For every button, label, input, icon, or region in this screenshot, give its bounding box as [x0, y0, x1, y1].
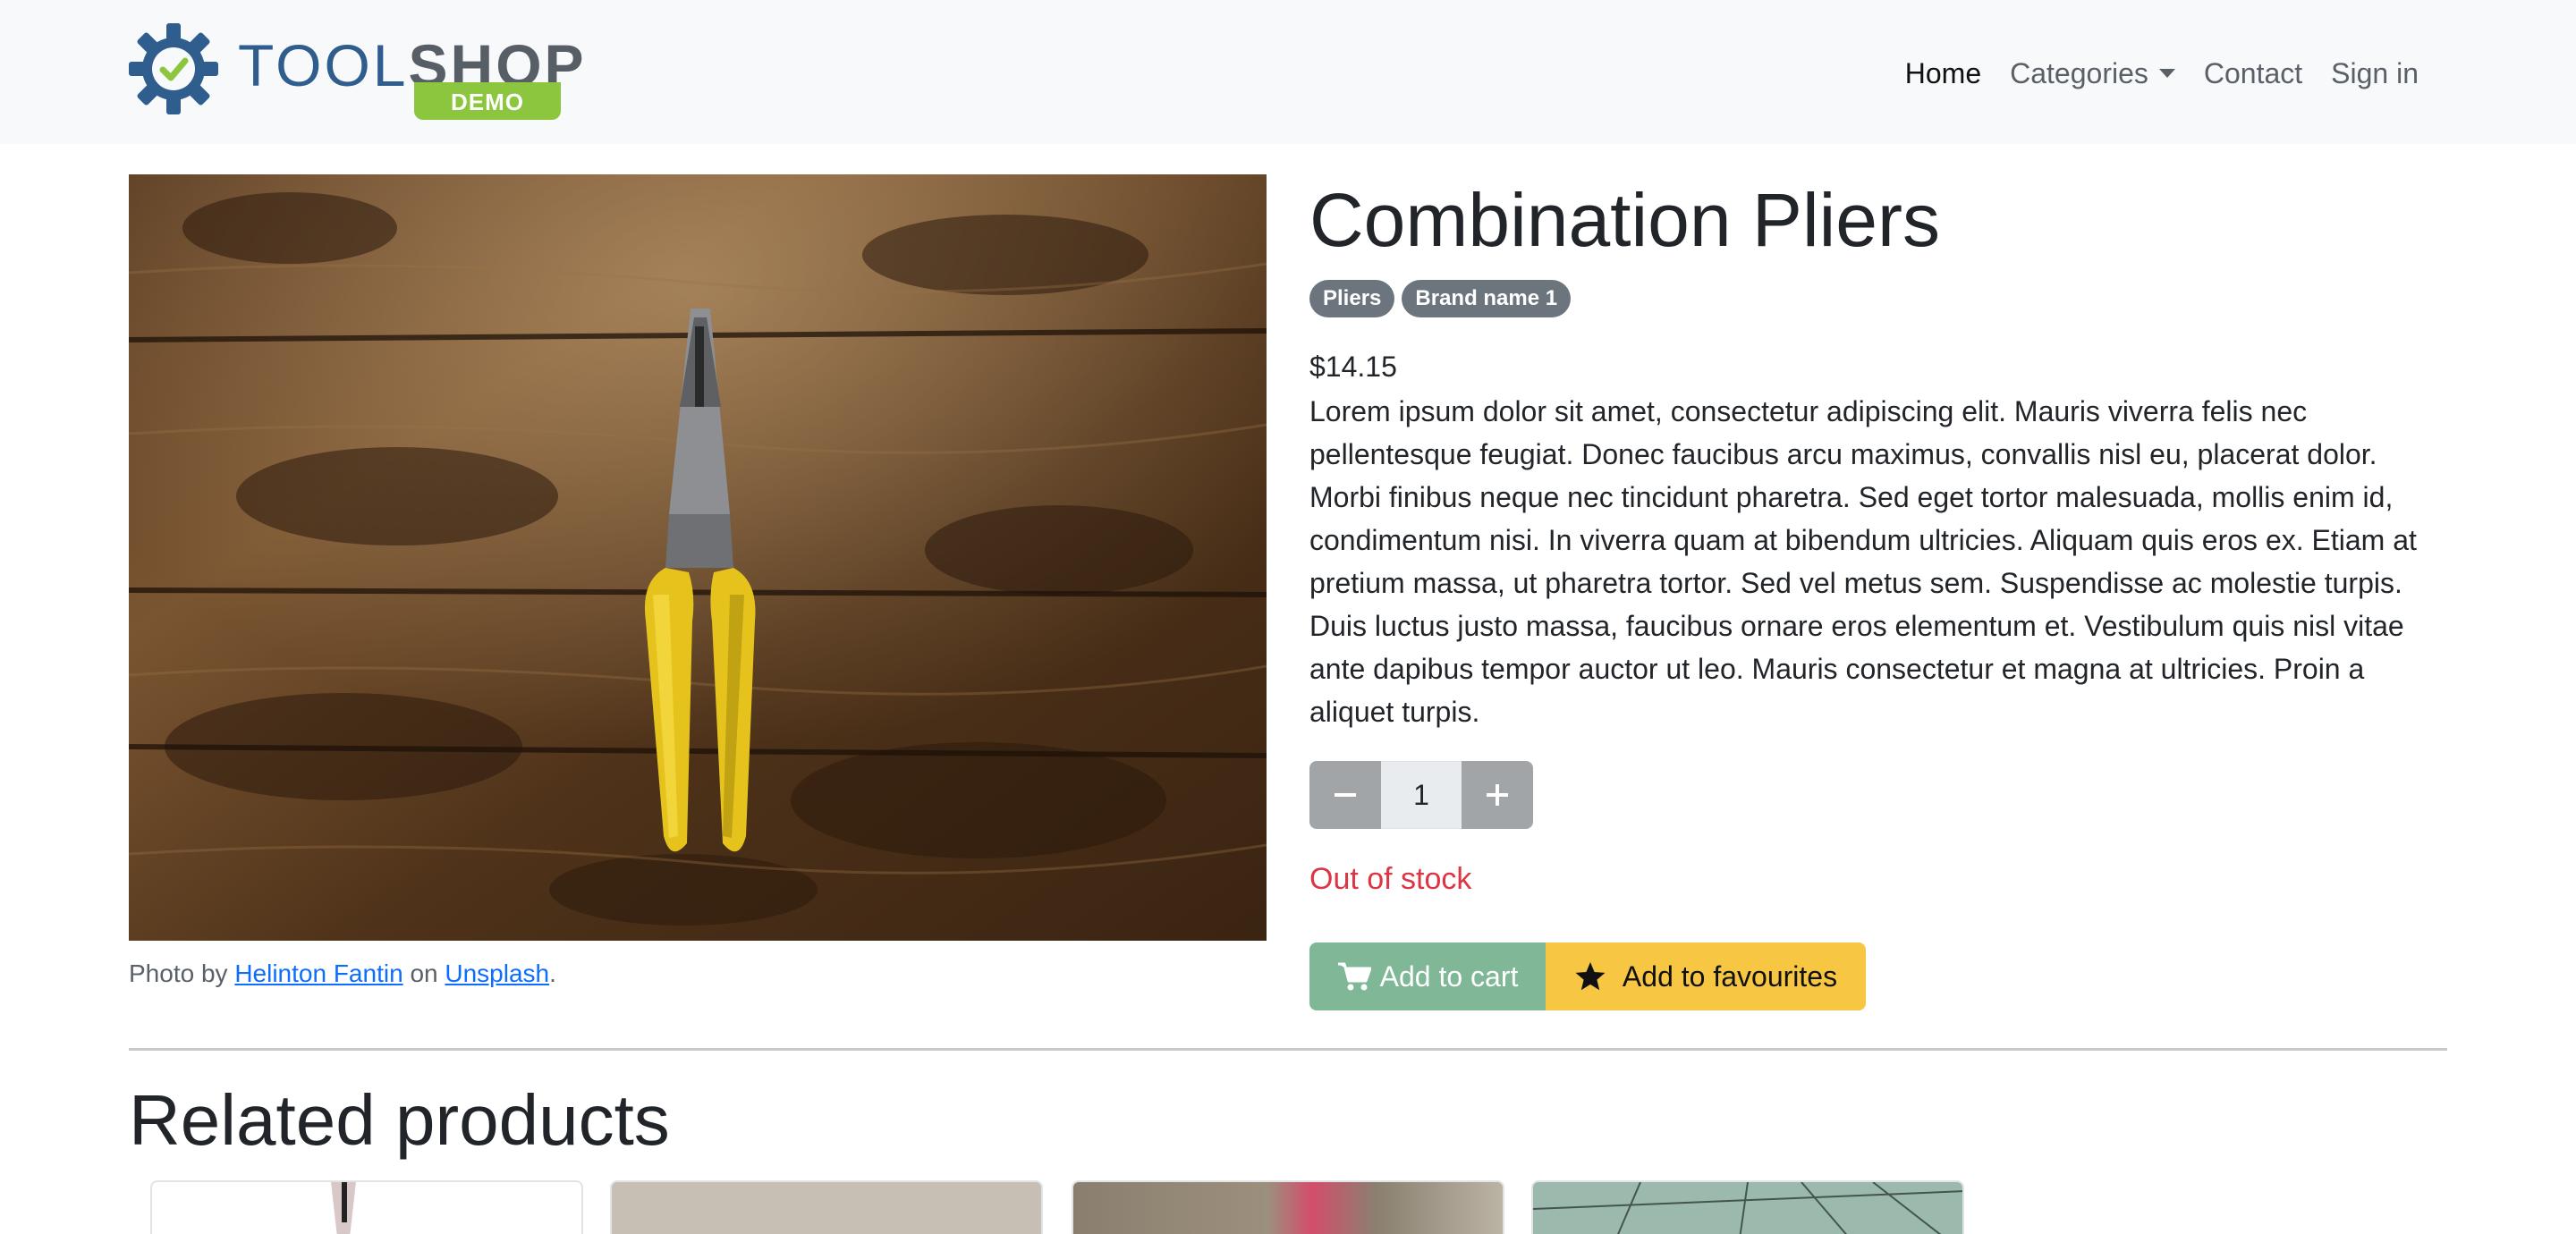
decrease-quantity-button[interactable]: [1309, 761, 1381, 829]
gear-check-icon: [129, 23, 218, 114]
add-to-favourites-label: Add to favourites: [1622, 959, 1838, 993]
section-divider: [129, 1048, 2447, 1051]
nav-categories[interactable]: Categories: [1996, 52, 2190, 95]
product-price: $14.15: [1309, 351, 1397, 383]
category-badge: Pliers: [1309, 280, 1395, 317]
plus-icon: [1487, 784, 1508, 806]
nav-sign-in[interactable]: Sign in: [2317, 52, 2433, 95]
product-title: Combination Pliers: [1309, 178, 1940, 262]
pliers-photo: [129, 174, 1267, 941]
add-to-favourites-button[interactable]: Add to favourites: [1546, 942, 1866, 1010]
photo-credit-middle: on: [410, 959, 438, 987]
related-product-card[interactable]: [1531, 1180, 1964, 1234]
related-product-image: [1073, 1182, 1503, 1234]
related-product-image: [612, 1182, 1041, 1234]
minus-icon: [1335, 793, 1356, 797]
related-product-card[interactable]: [1072, 1180, 1504, 1234]
toolshop-logo[interactable]: TOOLSHOP DEMO: [129, 23, 584, 122]
photo-credit-suffix: .: [549, 959, 556, 987]
quantity-stepper: [1309, 761, 1533, 829]
photo-credit: Photo by Helinton Fantin on Unsplash.: [129, 959, 556, 988]
product-description: Lorem ipsum dolor sit amet, consectetur …: [1309, 395, 2417, 728]
nav-home[interactable]: Home: [1891, 52, 1996, 95]
related-product-card[interactable]: [150, 1180, 583, 1234]
increase-quantity-button[interactable]: [1462, 761, 1533, 829]
nav-categories-label: Categories: [2010, 57, 2148, 89]
add-to-cart-label: Add to cart: [1379, 959, 1519, 993]
logo-word-tool: TOOL: [238, 32, 409, 98]
related-products-title: Related products: [129, 1080, 670, 1160]
star-icon: [1575, 962, 1606, 991]
navbar: TOOLSHOP DEMO Home Categories Contact Si…: [0, 0, 2576, 144]
related-product-card[interactable]: [610, 1180, 1043, 1234]
brand-badge: Brand name 1: [1402, 280, 1572, 317]
related-product-image: [152, 1182, 581, 1234]
photo-site-link[interactable]: Unsplash: [445, 959, 549, 987]
stock-status: Out of stock: [1309, 862, 1472, 896]
logo-demo-tag: DEMO: [414, 82, 561, 120]
quantity-input[interactable]: [1381, 761, 1462, 829]
product-badges: Pliers Brand name 1: [1309, 280, 1572, 317]
cart-icon: [1337, 962, 1371, 991]
photo-credit-prefix: Photo by: [129, 959, 228, 987]
caret-down-icon: [2158, 68, 2175, 78]
nav-contact[interactable]: Contact: [2190, 52, 2317, 95]
main-nav: Home Categories Contact Sign in: [1891, 52, 2433, 95]
related-product-image: [1533, 1182, 1962, 1234]
product-image: [129, 174, 1267, 941]
photo-author-link[interactable]: Helinton Fantin: [234, 959, 402, 987]
add-to-cart-button[interactable]: Add to cart: [1309, 942, 1546, 1010]
